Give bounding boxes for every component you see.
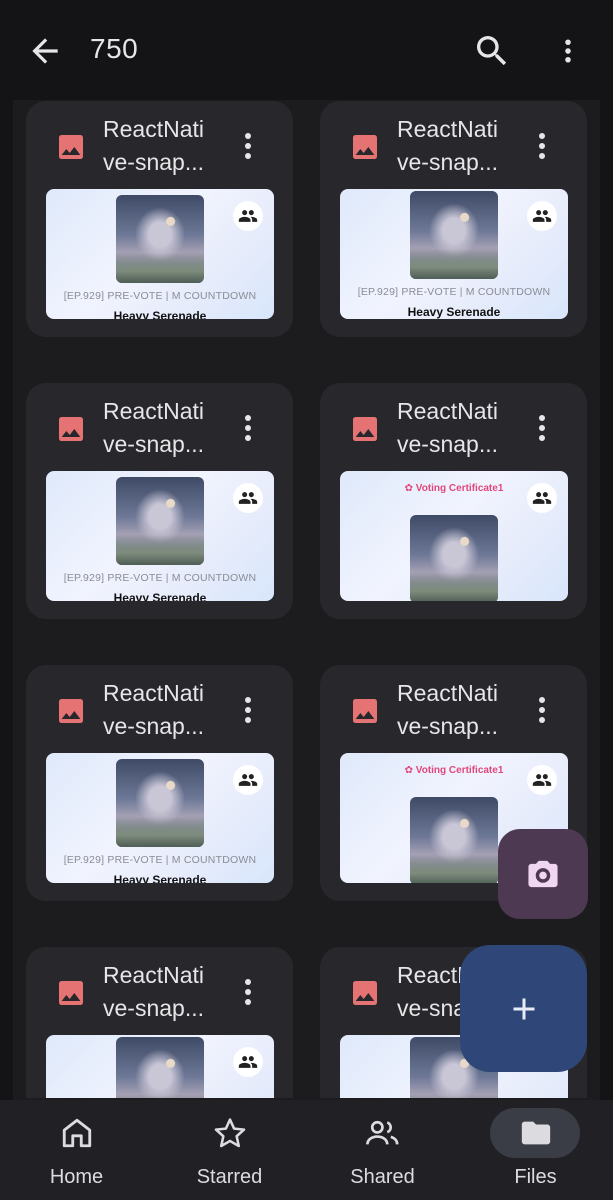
- file-thumbnail: [EP.929] PRE-VOTE | M COUNTDOWN Heavy Se…: [340, 189, 568, 319]
- file-name: ReactNati ve-snap...: [103, 116, 204, 175]
- shared-people-icon: [532, 492, 552, 504]
- nav-label: Home: [49, 1166, 104, 1188]
- album-art: [116, 759, 204, 847]
- file-thumbnail: [EP.929] PRE-VOTE | M COUNTDOWN Heavy Se…: [46, 471, 274, 601]
- preview-song: Heavy Serenade: [113, 591, 207, 601]
- star-icon: [214, 1118, 245, 1148]
- nav-files[interactable]: Files: [459, 1100, 612, 1200]
- file-card[interactable]: ReactNati ve-snap... [EP.929] PRE-VOTE | …: [26, 383, 293, 619]
- image-file-icon: [353, 135, 377, 159]
- preview-caption: [EP.929] PRE-VOTE | M COUNTDOWN: [63, 854, 257, 866]
- shared-badge: [233, 201, 263, 231]
- folder-title: 750: [90, 33, 139, 64]
- image-file-icon: [59, 981, 83, 1005]
- image-file-icon: [353, 417, 377, 441]
- file-more-icon[interactable]: [236, 129, 260, 163]
- folder-icon: [521, 1121, 550, 1145]
- album-art: [410, 797, 498, 883]
- new-item-button[interactable]: [460, 945, 587, 1072]
- nav-starred[interactable]: Starred: [153, 1100, 306, 1200]
- album-art: [410, 515, 498, 601]
- preview-song: Heavy Serenade: [407, 305, 501, 319]
- image-file-icon: [59, 699, 83, 723]
- shared-badge: [233, 483, 263, 513]
- file-thumbnail: [46, 1035, 274, 1098]
- preview-caption: [EP.929] PRE-VOTE | M COUNTDOWN: [63, 572, 257, 584]
- shared-badge: [233, 1047, 263, 1077]
- home-icon: [62, 1118, 91, 1148]
- file-card[interactable]: ReactNati ve-snap...: [26, 947, 293, 1098]
- camera-icon: [528, 860, 558, 888]
- album-art: [116, 195, 204, 283]
- shared-people-icon: [238, 210, 258, 222]
- file-name: ReactNati ve-snap...: [103, 398, 204, 457]
- file-name: ReactNati ve-snap...: [397, 680, 498, 739]
- file-name: ReactNati ve-snap...: [397, 116, 498, 175]
- arrow-back-icon[interactable]: [26, 32, 64, 70]
- file-more-icon[interactable]: [530, 129, 554, 163]
- preview-caption: [EP.929] PRE-VOTE | M COUNTDOWN: [63, 290, 257, 302]
- shared-people-icon: [238, 492, 258, 504]
- file-thumbnail: [EP.929] PRE-VOTE | M COUNTDOWN Heavy Se…: [46, 753, 274, 883]
- shared-people-icon: [238, 774, 258, 786]
- file-card[interactable]: ReactNati ve-snap... [EP.929] PRE-VOTE | …: [26, 101, 293, 337]
- preview-song: Heavy Serenade: [113, 309, 207, 319]
- nav-home[interactable]: Home: [0, 1100, 153, 1200]
- file-name: ReactNati ve-snap...: [397, 398, 498, 457]
- image-file-icon: [59, 417, 83, 441]
- image-file-icon: [353, 981, 377, 1005]
- shared-badge: [527, 201, 557, 231]
- shared-people-icon: [532, 210, 552, 222]
- file-name: ReactNati ve-snap...: [103, 680, 204, 739]
- file-more-icon[interactable]: [236, 975, 260, 1009]
- nav-label: Shared: [350, 1166, 415, 1188]
- top-app-bar: 750: [0, 0, 613, 100]
- file-more-icon[interactable]: [236, 693, 260, 727]
- preview-song: Heavy Serenade: [113, 873, 207, 883]
- album-art: [410, 191, 498, 279]
- search-icon[interactable]: [472, 31, 512, 71]
- file-card[interactable]: ReactNati ve-snap... [EP.929] PRE-VOTE | …: [320, 101, 587, 337]
- shared-badge: [527, 483, 557, 513]
- file-thumbnail: [EP.929] PRE-VOTE | M COUNTDOWN Heavy Se…: [46, 189, 274, 319]
- more-vert-icon[interactable]: [553, 33, 583, 69]
- file-card[interactable]: ReactNati ve-snap... ✿ Voting Certificate…: [320, 383, 587, 619]
- image-file-icon: [59, 135, 83, 159]
- file-name: ReactNati ve-snap...: [103, 962, 204, 1021]
- album-art: [116, 477, 204, 565]
- flower-icon: ✿: [404, 765, 416, 776]
- shared-people-icon: [532, 774, 552, 786]
- camera-scan-button[interactable]: [498, 829, 588, 919]
- shared-people-icon: [365, 1120, 399, 1145]
- file-more-icon[interactable]: [236, 411, 260, 445]
- file-more-icon[interactable]: [530, 411, 554, 445]
- preview-caption: [EP.929] PRE-VOTE | M COUNTDOWN: [357, 286, 551, 298]
- flower-icon: ✿: [404, 483, 416, 494]
- bottom-navigation: Home Starred Shared Files: [0, 1100, 613, 1200]
- shared-badge: [233, 765, 263, 795]
- add-icon: [513, 998, 535, 1020]
- shared-people-icon: [238, 1056, 258, 1068]
- album-art: [116, 1037, 204, 1098]
- shared-badge: [527, 765, 557, 795]
- image-file-icon: [353, 699, 377, 723]
- nav-label: Files: [514, 1166, 557, 1188]
- nav-shared[interactable]: Shared: [306, 1100, 459, 1200]
- file-thumbnail: ✿ Voting Certificate1: [340, 471, 568, 601]
- nav-label: Starred: [196, 1166, 263, 1188]
- file-card[interactable]: ReactNati ve-snap... [EP.929] PRE-VOTE | …: [26, 665, 293, 901]
- file-more-icon[interactable]: [530, 693, 554, 727]
